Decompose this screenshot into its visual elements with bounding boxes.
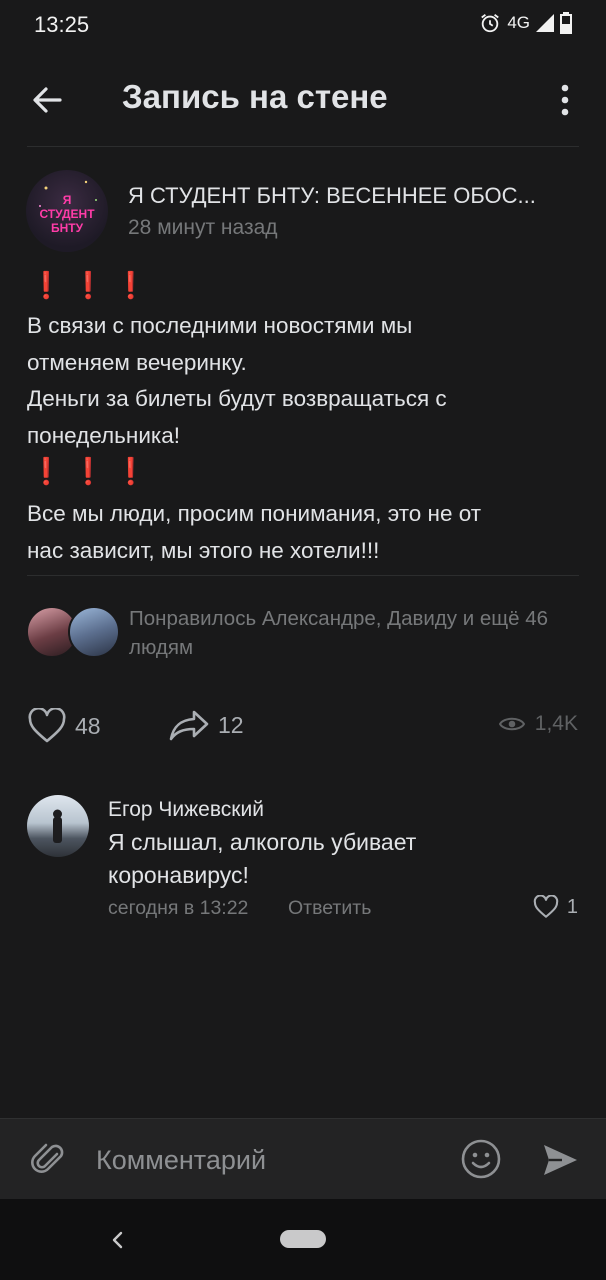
post-line: отменяем вечеринку. <box>27 349 247 375</box>
comment-time: сегодня в 13:22 <box>108 897 249 919</box>
like-button[interactable]: 48 <box>27 708 101 744</box>
more-vertical-icon[interactable] <box>552 80 578 120</box>
like-count: 48 <box>75 712 101 739</box>
post-paragraph-2: Все мы люди, просим понимания, это не от… <box>27 496 587 569</box>
comment-text: Я слышал, алкоголь убивает коронавирус! <box>108 826 528 892</box>
views-counter: 1,4K <box>498 712 578 736</box>
post-divider <box>27 575 579 576</box>
post-line: Деньги за билеты будут возвращаться с <box>27 386 447 411</box>
liked-avatars[interactable] <box>26 606 120 658</box>
send-icon[interactable] <box>540 1140 580 1180</box>
avatar <box>68 606 120 658</box>
signal-icon <box>536 14 554 32</box>
exclamation-marks-bottom: ❗❗❗ <box>30 456 158 486</box>
share-button[interactable]: 12 <box>168 708 244 742</box>
post-author-name[interactable]: Я СТУДЕНТ БНТУ: ВЕСЕННЕЕ ОБОС... <box>128 183 568 209</box>
post-paragraph-1: В связи с последними новостями мы отменя… <box>27 308 587 454</box>
heart-icon <box>28 708 66 743</box>
header-divider <box>27 146 579 147</box>
network-label: 4G <box>507 13 530 32</box>
post-line: Все мы люди, просим понимания, это не от <box>27 501 482 526</box>
exclamation-marks-top: ❗❗❗ <box>30 270 158 300</box>
reply-button[interactable]: Ответить <box>288 897 371 920</box>
post-line: понедельника! <box>27 422 180 448</box>
comment-line: Я слышал, алкоголь убивает <box>108 829 417 855</box>
post-line: В связи с последними новостями мы <box>27 313 413 338</box>
comment-like-count: 1 <box>566 895 578 918</box>
post-time: 28 минут назад <box>128 216 278 239</box>
alarm-icon <box>481 14 500 33</box>
back-arrow-icon[interactable] <box>28 80 68 120</box>
avatar-line-1: Я <box>63 193 72 207</box>
battery-icon <box>560 12 572 34</box>
share-count: 12 <box>218 711 244 738</box>
comment-input[interactable] <box>96 1138 436 1182</box>
eye-icon <box>498 717 525 731</box>
views-count: 1,4K <box>534 712 578 735</box>
avatar-line-3: БНТУ <box>51 221 84 235</box>
heart-icon <box>533 895 559 918</box>
liked-by-text[interactable]: Понравилось Александре, Давиду и ещё 46 … <box>129 604 589 662</box>
status-time: 13:25 <box>34 12 90 37</box>
post-line: нас зависит, мы этого не хотели!!! <box>27 537 380 563</box>
group-avatar[interactable]: Я СТУДЕНТ БНТУ <box>26 170 108 252</box>
attach-icon[interactable] <box>30 1140 68 1178</box>
page-title: Запись на стене <box>122 78 388 115</box>
comment-avatar[interactable] <box>27 795 89 857</box>
comment-author[interactable]: Егор Чижевский <box>108 798 264 822</box>
comment-like-button[interactable]: 1 <box>533 895 578 919</box>
comment-line: коронавирус! <box>108 862 249 888</box>
nav-home-pill[interactable] <box>280 1230 326 1248</box>
avatar-line-2: СТУДЕНТ <box>39 207 95 221</box>
emoji-icon[interactable] <box>460 1138 502 1180</box>
nav-back-icon[interactable] <box>108 1228 128 1252</box>
share-icon <box>169 710 209 741</box>
status-icons: 4G <box>479 12 572 34</box>
